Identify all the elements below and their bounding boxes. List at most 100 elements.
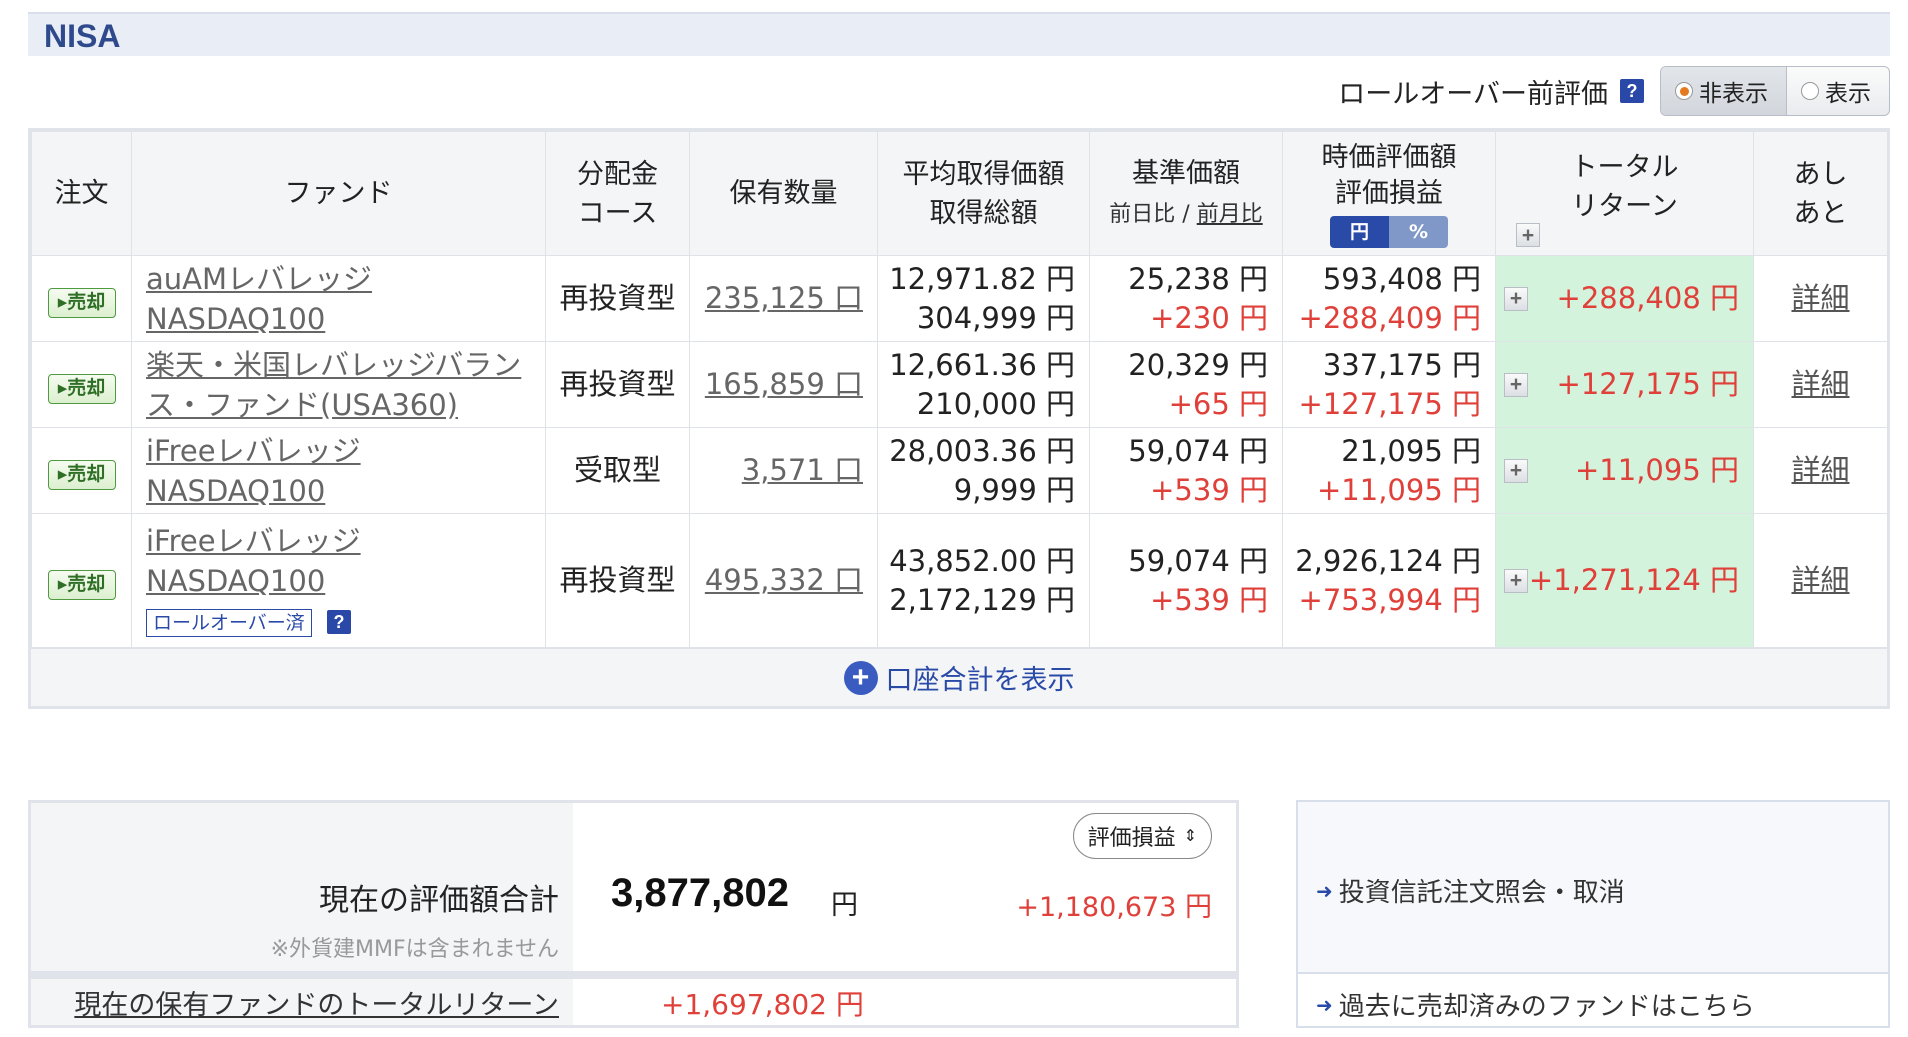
- detail-link[interactable]: 詳細: [1791, 367, 1849, 401]
- rollover-label: ロールオーバー前評価: [1338, 78, 1608, 110]
- quantity-link[interactable]: 165,859 口: [705, 367, 863, 401]
- base-change: +230 円: [1150, 300, 1268, 335]
- header-quantity: 保有数量: [689, 131, 878, 256]
- base-change: +539 円: [1150, 582, 1268, 617]
- header-avg-cost: 平均取得価額 取得総額: [877, 131, 1090, 256]
- prev-month-link[interactable]: 前月比: [1197, 202, 1263, 227]
- holdings-table: 注文 ファンド 分配金 コース 保有数量 平均取得価額 取得総額 基準価額 前日比 …: [31, 131, 1888, 648]
- profit-loss: +11,095 円: [1317, 472, 1481, 507]
- related-links: ➜ 投資信託注文照会・取消 ➜ 過去に売却済みのファンドはこちら: [1296, 800, 1890, 1028]
- market-value: 337,175 円: [1322, 347, 1481, 382]
- base-change: +65 円: [1168, 386, 1268, 421]
- rollover-done-badge: ロールオーバー済: [146, 609, 312, 637]
- avg-price: 28,003.36 円: [889, 433, 1075, 468]
- show-account-total-label: 口座合計を表示: [885, 665, 1075, 696]
- header-market-value: 時価評価額 評価損益 円 %: [1282, 131, 1496, 256]
- total-cost: 9,999 円: [953, 472, 1075, 507]
- chevron-updown-icon: ⇕: [1183, 826, 1197, 845]
- section-header: NISA: [28, 12, 1890, 56]
- rollover-toggle[interactable]: 非表示 表示: [1660, 66, 1890, 116]
- unit-yen-button[interactable]: 円: [1330, 215, 1389, 248]
- table-row: ▸ 売却 iFreeレバレッジ NASDAQ100 受取型 3,571 口 28,0…: [31, 427, 1888, 514]
- quantity-link[interactable]: 235,125 口: [705, 281, 863, 315]
- total-valuation-label: 現在の評価額合計: [319, 883, 559, 918]
- expand-icon[interactable]: +: [1504, 286, 1528, 311]
- quantity-link[interactable]: 3,571 口: [742, 453, 863, 487]
- sell-button[interactable]: ▸ 売却: [47, 569, 116, 600]
- total-return: +1,271,124 円: [1528, 563, 1739, 597]
- profit-loss: +753,994 円: [1298, 582, 1481, 617]
- header-order: 注文: [31, 131, 132, 256]
- avg-price: 12,661.36 円: [889, 347, 1075, 382]
- detail-link[interactable]: 詳細: [1791, 281, 1849, 315]
- base-price: 59,074 円: [1128, 543, 1268, 578]
- metric-select[interactable]: 評価損益 ⇕: [1072, 813, 1212, 859]
- total-valuation-value: 3,877,802: [611, 871, 789, 915]
- market-value: 2,926,124 円: [1295, 543, 1481, 578]
- detail-link[interactable]: 詳細: [1791, 563, 1849, 597]
- mmf-note: ※外貨建MMFは含まれません: [270, 937, 559, 962]
- table-row: ▸ 売却 楽天・米国レバレッジバラン ス・ファンド(USA360) 再投資型 165…: [31, 341, 1888, 428]
- base-price: 25,238 円: [1128, 261, 1268, 296]
- section-title: NISA: [44, 18, 121, 54]
- unit-toggle[interactable]: 円 %: [1330, 215, 1448, 248]
- table-row: ▸ 売却 auAMレバレッジ NASDAQ100 再投資型 235,125 口 12…: [31, 255, 1888, 342]
- course-cell: 再投資型: [545, 513, 690, 648]
- sell-button[interactable]: ▸ 売却: [47, 373, 116, 404]
- toggle-show-label: 表示: [1825, 81, 1871, 107]
- total-return-value: +1,697,802 円: [661, 988, 864, 1021]
- valuation-summary: 現在の評価額合計 ※外貨建MMFは含まれません 3,877,802 円 評価損益…: [28, 800, 1239, 1028]
- sell-button[interactable]: ▸ 売却: [47, 459, 116, 490]
- summary-label-cell: 現在の評価額合計 ※外貨建MMFは含まれません: [31, 803, 573, 971]
- expand-icon[interactable]: +: [1504, 458, 1528, 483]
- arrow-right-icon: ➜: [1316, 992, 1333, 1017]
- show-account-total-button[interactable]: + 口座合計を表示: [31, 648, 1887, 706]
- course-cell: 受取型: [545, 427, 690, 514]
- toggle-hide-label: 非表示: [1699, 81, 1768, 107]
- base-price: 20,329 円: [1128, 347, 1268, 382]
- fund-link[interactable]: 楽天・米国レバレッジバラン ス・ファンド(USA360): [146, 348, 521, 422]
- metric-select-value: 評価損益: [1087, 826, 1176, 851]
- header-base-price: 基準価額 前日比 / 前月比: [1089, 131, 1283, 256]
- expand-icon[interactable]: +: [1504, 568, 1528, 593]
- holdings-table-container: 注文 ファンド 分配金 コース 保有数量 平均取得価額 取得総額 基準価額 前日比 …: [28, 128, 1890, 709]
- toggle-show[interactable]: 表示: [1787, 67, 1889, 115]
- detail-link[interactable]: 詳細: [1791, 453, 1849, 487]
- market-value: 21,095 円: [1341, 433, 1481, 468]
- market-value: 593,408 円: [1322, 261, 1481, 296]
- header-fund: ファンド: [131, 131, 546, 256]
- toggle-hide[interactable]: 非表示: [1661, 67, 1787, 115]
- profit-loss: +288,409 円: [1298, 300, 1481, 335]
- radio-icon[interactable]: [1801, 82, 1819, 100]
- total-cost: 304,999 円: [916, 300, 1075, 335]
- help-icon[interactable]: ?: [1620, 79, 1644, 103]
- quantity-link[interactable]: 495,332 口: [705, 563, 863, 597]
- header-dividend-course: 分配金 コース: [545, 131, 690, 256]
- sell-button[interactable]: ▸ 売却: [47, 287, 116, 318]
- plus-circle-icon: +: [843, 660, 878, 695]
- total-return: +288,408 円: [1556, 281, 1739, 315]
- fund-link[interactable]: iFreeレバレッジ NASDAQ100: [146, 434, 361, 508]
- help-icon[interactable]: ?: [327, 610, 352, 634]
- total-return-label-cell: 現在の保有ファンドのトータルリターン: [31, 979, 573, 1025]
- fund-link[interactable]: iFreeレバレッジ NASDAQ100: [146, 524, 361, 598]
- radio-icon[interactable]: [1675, 82, 1693, 100]
- table-row: ▸ 売却 iFreeレバレッジ NASDAQ100 ロールオーバー済 ? 再投資型 …: [31, 513, 1888, 648]
- avg-price: 43,852.00 円: [889, 543, 1075, 578]
- avg-price: 12,971.82 円: [889, 261, 1075, 296]
- expand-icon[interactable]: +: [1504, 372, 1528, 397]
- profit-loss: +127,175 円: [1298, 386, 1481, 421]
- order-inquiry-link[interactable]: ➜ 投資信託注文照会・取消: [1316, 872, 1625, 909]
- total-return-link[interactable]: 現在の保有ファンドのトータルリターン: [74, 983, 559, 1022]
- total-valuation-unit: 円: [831, 890, 858, 921]
- expand-all-icon[interactable]: +: [1516, 223, 1540, 247]
- course-cell: 再投資型: [545, 255, 690, 342]
- course-cell: 再投資型: [545, 341, 690, 428]
- total-return: +127,175 円: [1556, 367, 1739, 401]
- fund-link[interactable]: auAMレバレッジ NASDAQ100: [146, 262, 372, 336]
- base-change: +539 円: [1150, 472, 1268, 507]
- total-return: +11,095 円: [1575, 453, 1739, 487]
- unit-percent-button[interactable]: %: [1389, 215, 1448, 248]
- header-total-return: トータル リターン +: [1495, 131, 1754, 256]
- sold-funds-link[interactable]: ➜ 過去に売却済みのファンドはこちら: [1316, 986, 1755, 1023]
